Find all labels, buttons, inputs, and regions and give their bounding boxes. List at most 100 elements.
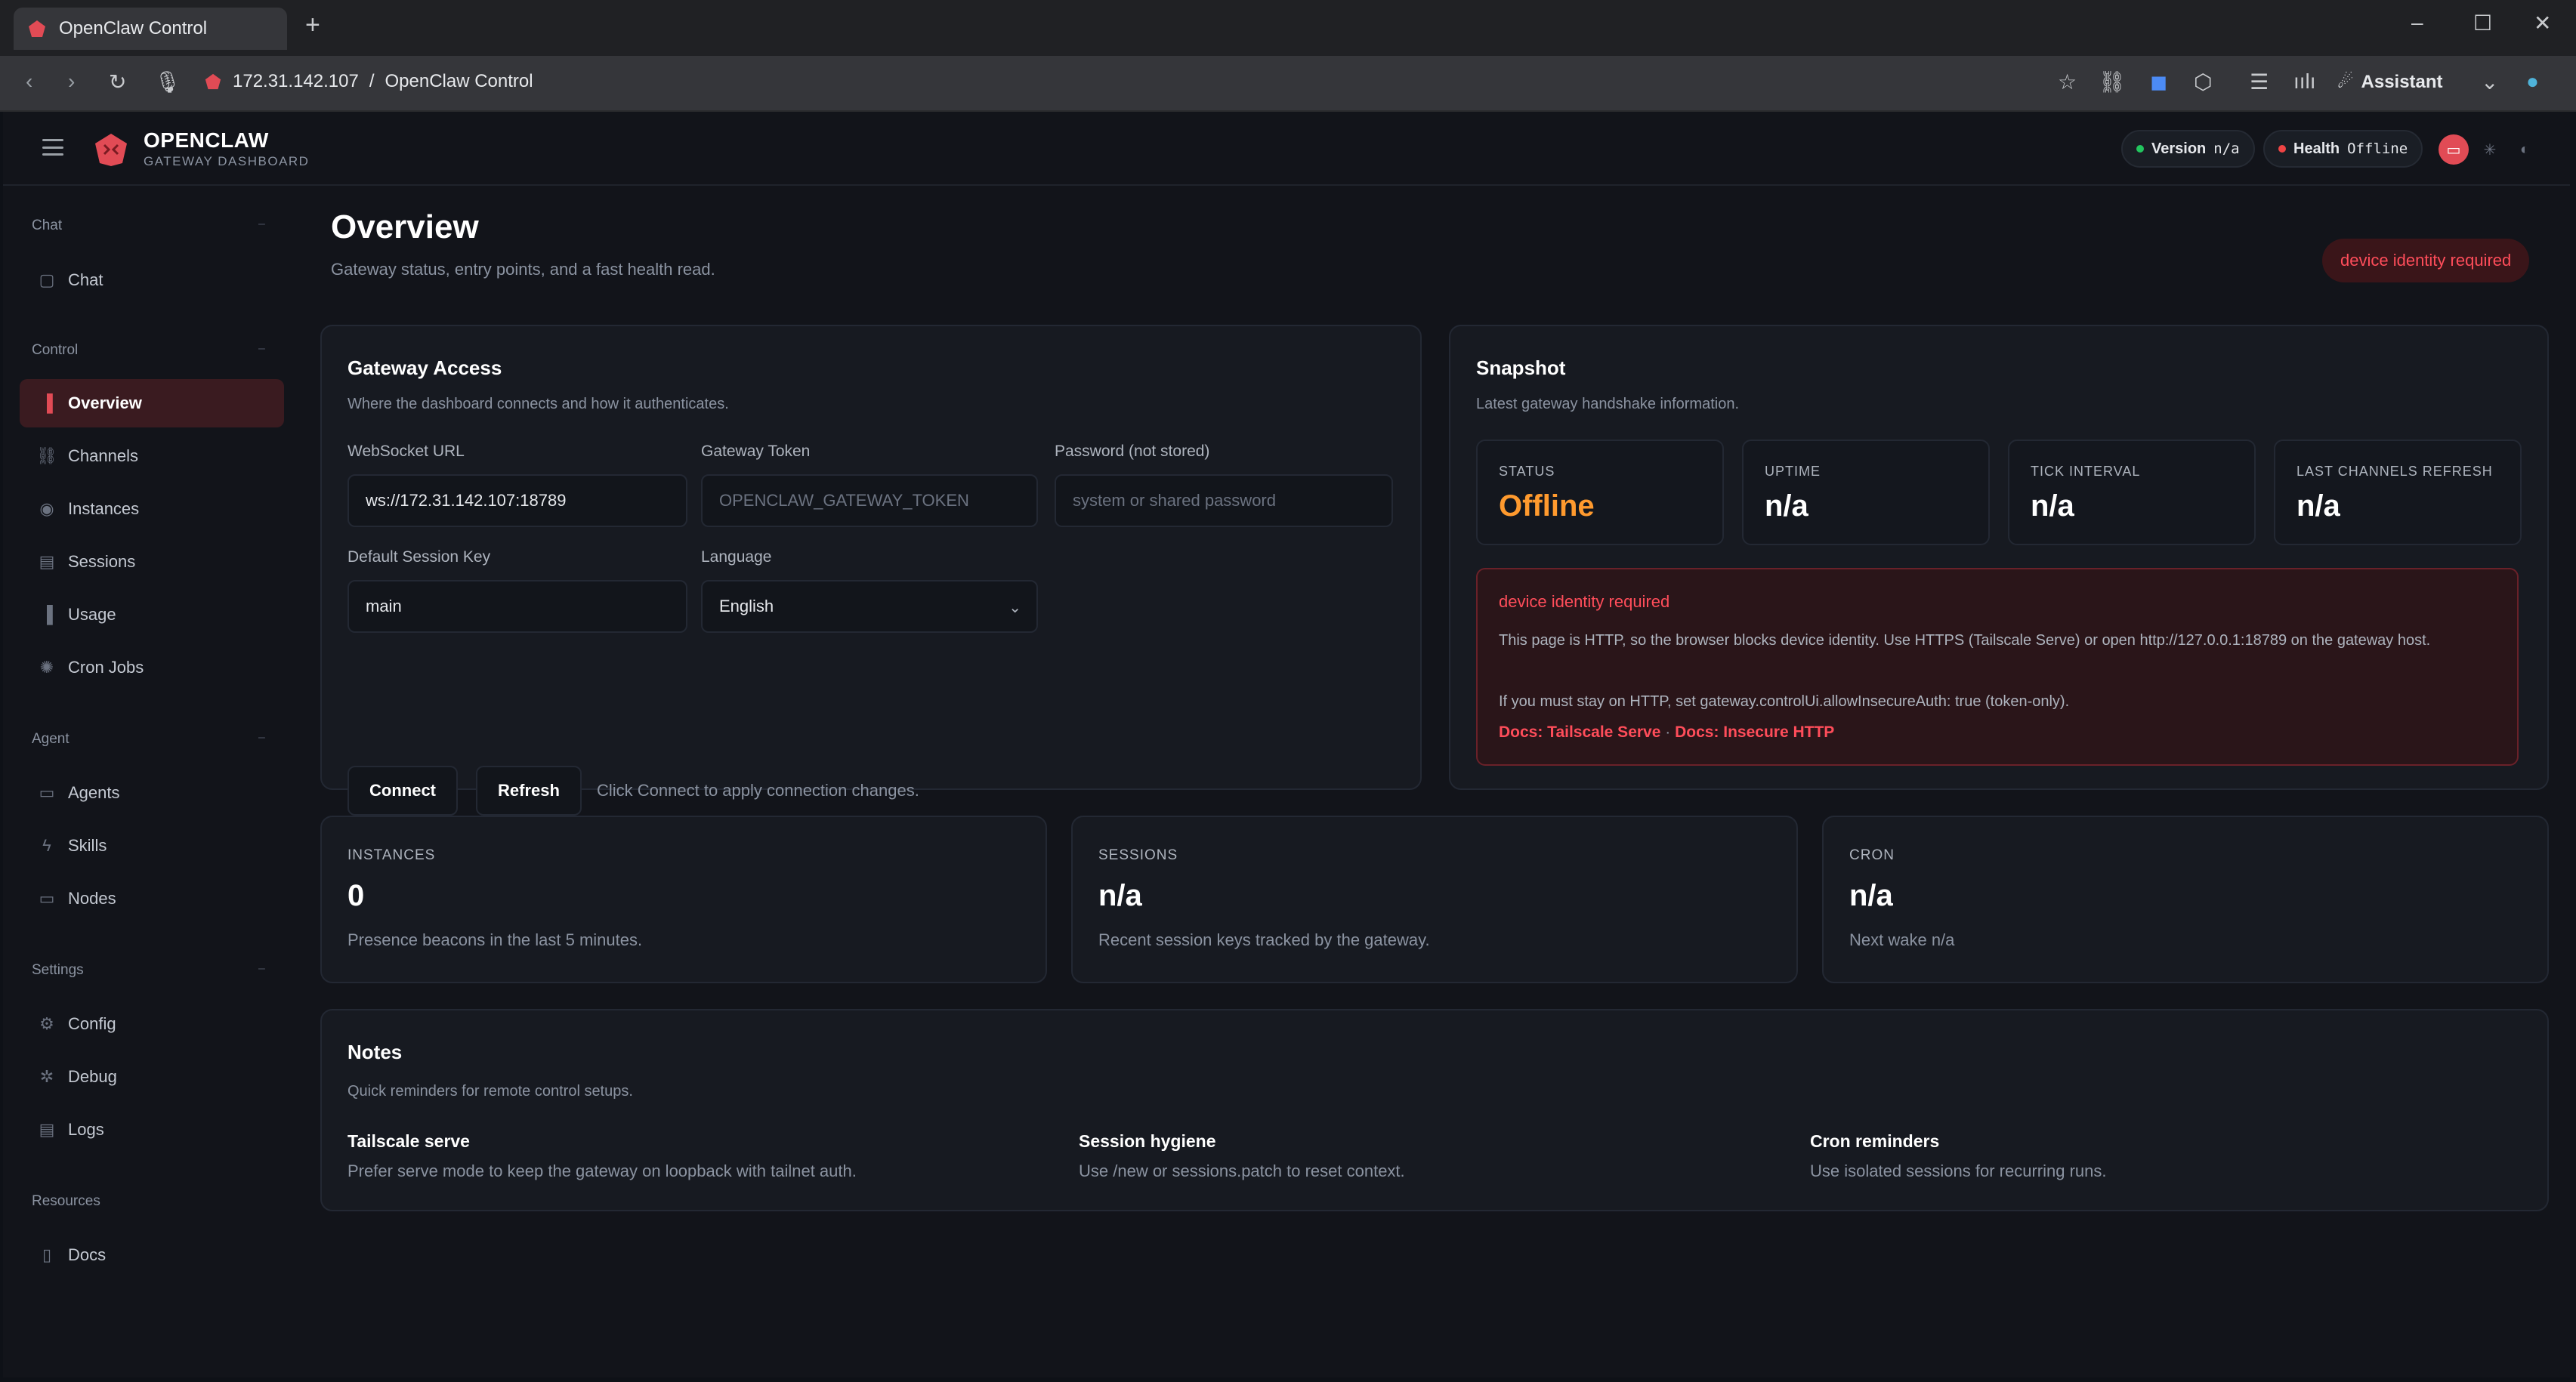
- extensions-icon[interactable]: ⬡: [2194, 69, 2212, 94]
- sidebar-group-resources[interactable]: Resources: [32, 1193, 100, 1210]
- collapse-icon[interactable]: –: [258, 731, 265, 745]
- sidebar-item-cron-jobs[interactable]: ✺ Cron Jobs: [20, 643, 284, 692]
- browser-tab[interactable]: OpenClaw Control: [14, 8, 287, 50]
- chevron-down-icon[interactable]: ⌄: [2481, 69, 2498, 94]
- stat-uptime: UPTIME n/a: [1742, 440, 1990, 545]
- sidebar-group-control[interactable]: Control: [32, 342, 78, 359]
- radio-icon: ◉: [39, 499, 54, 518]
- health-value: Offline: [2347, 140, 2408, 157]
- metric-label: SESSIONS: [1098, 847, 1178, 863]
- session-key-input[interactable]: main: [347, 580, 687, 633]
- status-dot-icon: [2278, 145, 2286, 153]
- close-icon[interactable]: ✕: [2534, 11, 2551, 35]
- back-icon[interactable]: ‹: [26, 69, 32, 94]
- gateway-token-input[interactable]: OPENCLAW_GATEWAY_TOKEN: [701, 474, 1038, 527]
- maximize-icon[interactable]: ☐: [2473, 11, 2492, 35]
- sidebar-item-overview[interactable]: ▐ Overview: [20, 379, 284, 427]
- sidebar-item-channels[interactable]: ⛓ Channels: [20, 432, 284, 480]
- url-host: 172.31.142.107: [233, 71, 359, 91]
- metric-value: n/a: [1849, 879, 1893, 912]
- device-identity-badge: device identity required: [2322, 239, 2530, 282]
- minimize-icon[interactable]: –: [2411, 11, 2423, 35]
- microphone-icon[interactable]: 🎙: [154, 69, 181, 94]
- sidebar-item-label: Channels: [68, 446, 138, 465]
- sidebar-item-usage[interactable]: ▐ Usage: [20, 591, 284, 639]
- link-separator: ·: [1665, 723, 1671, 741]
- sidebar-item-sessions[interactable]: ▤ Sessions: [20, 538, 284, 586]
- docs-insecure-http-link[interactable]: Docs: Insecure HTTP: [1675, 723, 1834, 741]
- forward-icon[interactable]: ›: [68, 69, 75, 94]
- reload-icon[interactable]: ↻: [109, 69, 126, 94]
- alert-title: device identity required: [1499, 592, 1670, 611]
- sidebar-item-instances[interactable]: ◉ Instances: [20, 485, 284, 533]
- bookmark-star-icon[interactable]: ☆: [2058, 69, 2077, 94]
- audio-wave-icon[interactable]: ıılı: [2293, 69, 2316, 94]
- assistant-button[interactable]: ☄ Assistant: [2337, 71, 2443, 93]
- sidebar-group-chat[interactable]: Chat: [32, 217, 62, 234]
- assistant-icon: ☄: [2337, 72, 2354, 92]
- browser-toolbar: ‹ › ↻ 🎙 172.31.142.107 / OpenClaw Contro…: [0, 56, 2576, 112]
- page-subtitle: Gateway status, entry points, and a fast…: [331, 260, 715, 279]
- metric-subtitle: Next wake n/a: [1849, 930, 1955, 949]
- loader-icon: ✺: [39, 658, 54, 677]
- extension-shield-icon[interactable]: ◼: [2150, 69, 2167, 94]
- site-favicon-icon: [205, 73, 221, 90]
- sun-icon[interactable]: ✳: [2475, 134, 2505, 165]
- sidebar-item-logs[interactable]: ▤ Logs: [20, 1106, 284, 1154]
- collapse-icon[interactable]: –: [258, 962, 265, 976]
- hamburger-menu-icon[interactable]: [42, 139, 63, 156]
- note-text: Use isolated sessions for recurring runs…: [1810, 1161, 2107, 1180]
- sidebar-item-skills[interactable]: ϟ Skills: [20, 822, 284, 870]
- stat-label: STATUS: [1499, 464, 1555, 479]
- share-link-icon[interactable]: ⛓: [2099, 69, 2126, 94]
- sidebar-item-agents[interactable]: ▭ Agents: [20, 769, 284, 817]
- brand-name: OPENCLAW: [144, 128, 269, 152]
- card-subtitle: Quick reminders for remote control setup…: [347, 1083, 633, 1100]
- password-input[interactable]: system or shared password: [1055, 474, 1393, 527]
- collapse-icon[interactable]: –: [258, 217, 265, 231]
- gear-icon: ⚙: [39, 1014, 54, 1033]
- metric-label: INSTANCES: [347, 847, 436, 863]
- card-title: Snapshot: [1476, 356, 1566, 379]
- tab-title: OpenClaw Control: [59, 18, 208, 39]
- sidebar-group-agent[interactable]: Agent: [32, 731, 69, 748]
- url-title: OpenClaw Control: [385, 71, 533, 91]
- connect-hint: Click Connect to apply connection change…: [597, 781, 919, 800]
- docs-tailscale-serve-link[interactable]: Docs: Tailscale Serve: [1499, 723, 1660, 741]
- url-separator: /: [369, 71, 375, 91]
- sidebar-item-label: Cron Jobs: [68, 658, 144, 677]
- chat-icon: ▢: [39, 270, 55, 289]
- sidebar-item-label: Logs: [68, 1120, 104, 1139]
- language-value: English: [719, 597, 774, 615]
- address-bar[interactable]: 172.31.142.107 / OpenClaw Control: [204, 71, 533, 92]
- openclaw-favicon-icon: [29, 20, 45, 37]
- sidebar-item-label: Agents: [68, 783, 120, 802]
- alert-links: Docs: Tailscale Serve · Docs: Insecure H…: [1499, 723, 1834, 742]
- moon-icon[interactable]: ◐: [2510, 134, 2540, 165]
- profile-avatar-icon[interactable]: ●: [2526, 69, 2539, 94]
- sidebar-item-label: Overview: [68, 393, 142, 412]
- sidebar-item-nodes[interactable]: ▭ Nodes: [20, 875, 284, 923]
- language-label: Language: [701, 548, 772, 566]
- note-title: Tailscale serve: [347, 1131, 470, 1151]
- sidebar-item-chat[interactable]: ▢ Chat: [20, 256, 284, 304]
- sidebar: Chat – ▢ Chat Control – ▐ Overview ⛓ Cha…: [3, 186, 298, 1377]
- folder-icon: ▭: [39, 783, 55, 802]
- menu-list-icon[interactable]: ☰: [2250, 69, 2269, 94]
- monitor-theme-icon[interactable]: ▭: [2439, 134, 2469, 165]
- page-title: Overview: [331, 208, 479, 245]
- sidebar-group-settings[interactable]: Settings: [32, 962, 84, 979]
- refresh-button[interactable]: Refresh: [476, 766, 582, 816]
- sidebar-item-config[interactable]: ⚙ Config: [20, 1000, 284, 1048]
- language-select[interactable]: English ⌄: [701, 580, 1038, 633]
- sidebar-item-label: Debug: [68, 1067, 117, 1086]
- sidebar-item-docs[interactable]: ▯ Docs: [20, 1231, 284, 1279]
- collapse-icon[interactable]: –: [258, 342, 265, 356]
- websocket-url-input[interactable]: ws://172.31.142.107:18789: [347, 474, 687, 527]
- sidebar-item-debug[interactable]: ✲ Debug: [20, 1053, 284, 1101]
- connect-button[interactable]: Connect: [347, 766, 458, 816]
- password-label: Password (not stored): [1055, 443, 1210, 460]
- stat-value: Offline: [1499, 489, 1595, 523]
- link-icon: ⛓: [36, 446, 57, 465]
- new-tab-button[interactable]: +: [305, 11, 320, 40]
